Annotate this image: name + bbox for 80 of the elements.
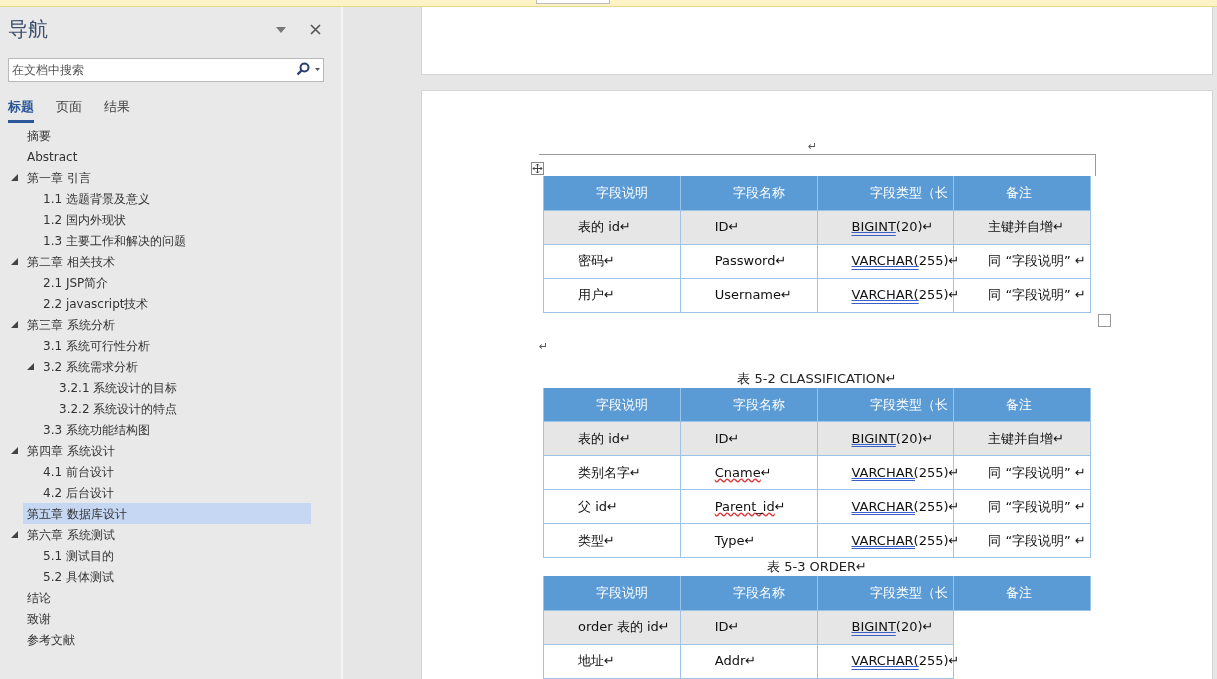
- search-icon[interactable]: [296, 62, 310, 76]
- table-caption: 表 5-2 CLASSIFICATION↵: [736, 369, 898, 388]
- heading-item[interactable]: 2.1 JSP简介: [39, 272, 311, 293]
- table-cell: order 表的 id↵: [543, 610, 681, 644]
- heading-item[interactable]: 5.1 测试目的: [39, 545, 311, 566]
- heading-item[interactable]: 4.1 前台设计: [39, 461, 311, 482]
- column-header: 字段名称: [680, 576, 817, 610]
- table-cell: Username↵: [680, 278, 817, 312]
- tab[interactable]: 结果: [104, 97, 130, 123]
- column-header: 备注: [953, 387, 1091, 422]
- collapse-triangle-icon[interactable]: [10, 320, 19, 329]
- column-header: 字段名称: [680, 387, 817, 422]
- move-handle-icon[interactable]: [531, 162, 544, 175]
- heading-item[interactable]: 第六章 系统测试: [23, 524, 311, 545]
- table-cell: BIGINT(20)↵: [817, 210, 954, 244]
- heading-item[interactable]: 3.2.1 系统设计的目标: [55, 377, 311, 398]
- heading-item[interactable]: 第一章 引言: [23, 167, 311, 188]
- table-caption: 表 5-3 ORDER↵: [766, 558, 868, 576]
- table-cell: 主键并自增↵: [953, 421, 1091, 456]
- heading-item[interactable]: 3.1 系统可行性分析: [39, 335, 311, 356]
- heading-item[interactable]: 致谢: [23, 608, 311, 629]
- table-cell: BIGINT(20)↵: [817, 610, 954, 644]
- table-cell: 主键并自增↵: [953, 210, 1091, 244]
- heading-item[interactable]: 1.2 国内外现状: [39, 209, 311, 230]
- column-header: 字段类型（长: [817, 576, 954, 610]
- tab[interactable]: 标题: [8, 97, 34, 123]
- column-header: 字段名称: [680, 176, 817, 210]
- column-header: 字段说明: [543, 176, 681, 210]
- table-cell: 地址↵: [543, 644, 681, 678]
- column-header: 备注: [953, 576, 1091, 610]
- tab[interactable]: 页面: [56, 97, 82, 123]
- table-cell: 用户↵: [543, 278, 681, 312]
- table-cell: ID↵: [680, 210, 817, 244]
- collapse-triangle-icon[interactable]: [10, 530, 19, 539]
- table-cell: BIGINT(20)↵: [817, 421, 954, 456]
- table-cell: Parent_id↵: [680, 489, 817, 524]
- table-cell: 类别名字↵: [543, 455, 681, 490]
- table-cell: ID↵: [680, 610, 817, 644]
- heading-item[interactable]: 1.1 选题背景及意义: [39, 188, 311, 209]
- table-cell: 父 id↵: [543, 489, 681, 524]
- collapse-triangle-icon[interactable]: [10, 173, 19, 182]
- search-field[interactable]: 在文档中搜索: [8, 58, 324, 82]
- heading-item[interactable]: 参考文献: [23, 629, 311, 650]
- collapse-triangle-icon[interactable]: [10, 446, 19, 455]
- heading-item[interactable]: 4.2 后台设计: [39, 482, 311, 503]
- heading-item[interactable]: 3.2 系统需求分析: [39, 356, 311, 377]
- paragraph-mark: ↵: [807, 141, 818, 152]
- column-header: 备注: [953, 176, 1091, 210]
- heading-item[interactable]: 1.3 主要工作和解决的问题: [39, 230, 311, 251]
- heading-item[interactable]: 5.2 具体测试: [39, 566, 311, 587]
- table-cell: 类型↵: [543, 523, 681, 558]
- column-header: 字段类型（长: [817, 387, 954, 422]
- heading-item[interactable]: Abstract: [23, 146, 311, 167]
- paragraph-mark: ↵: [539, 340, 549, 352]
- heading-item[interactable]: 3.2.2 系统设计的特点: [55, 398, 311, 419]
- table-cell: 表的 id↵: [543, 210, 681, 244]
- collapse-triangle-icon[interactable]: [10, 257, 19, 266]
- table-cell: Type↵: [680, 523, 817, 558]
- column-header: 字段说明: [543, 576, 681, 610]
- close-icon[interactable]: [310, 21, 321, 37]
- heading-item[interactable]: 2.2 javascript技术: [39, 293, 311, 314]
- table-cell: ID↵: [680, 421, 817, 456]
- table-cell: Password↵: [680, 244, 817, 278]
- collapse-triangle-icon[interactable]: [26, 362, 35, 371]
- column-header: 字段说明: [543, 387, 681, 422]
- heading-item[interactable]: 第五章 数据库设计: [23, 503, 311, 524]
- pane-title: 导航: [8, 17, 49, 41]
- table-cell: Addr↵: [680, 644, 817, 678]
- heading-item[interactable]: 摘要: [23, 125, 311, 146]
- table-cell: Cname↵: [680, 455, 817, 490]
- heading-item[interactable]: 3.3 系统功能结构图: [39, 419, 311, 440]
- heading-item[interactable]: 第二章 相关技术: [23, 251, 311, 272]
- table-cell: 表的 id↵: [543, 421, 681, 456]
- resize-handle[interactable]: [1098, 313, 1111, 327]
- table-cell: 密码↵: [543, 244, 681, 278]
- heading-item[interactable]: 第三章 系统分析: [23, 314, 311, 335]
- column-header: 字段类型（长: [817, 176, 954, 210]
- heading-item[interactable]: 第四章 系统设计: [23, 440, 311, 461]
- caret-icon[interactable]: [315, 68, 320, 71]
- heading-item[interactable]: 结论: [23, 587, 311, 608]
